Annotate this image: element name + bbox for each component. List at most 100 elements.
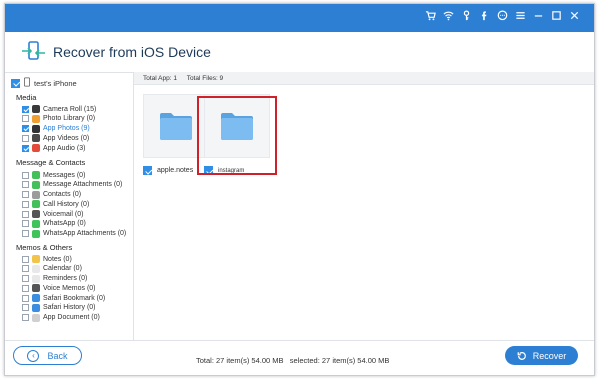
wifi-icon[interactable] xyxy=(443,10,454,21)
memo-item-checkbox[interactable] xyxy=(22,284,29,292)
message-category-icon xyxy=(32,200,40,209)
back-label: Back xyxy=(47,350,68,361)
media-item-checkbox[interactable] xyxy=(22,105,29,113)
memo-item-label: Reminders (0) xyxy=(43,275,88,282)
main-panel: Total App: 1 Total Files: 9 apple.notes … xyxy=(134,72,594,340)
memo-category-icon xyxy=(32,255,40,263)
memo-item-checkbox[interactable] xyxy=(22,265,29,273)
app-title: Recover from iOS Device xyxy=(53,44,211,60)
message-item[interactable]: WhatsApp (0) xyxy=(22,219,86,229)
total-files-count: Total Files: 9 xyxy=(186,75,224,82)
folder-icon xyxy=(160,113,192,140)
message-item-checkbox[interactable] xyxy=(22,230,29,237)
message-category-icon xyxy=(32,171,40,179)
message-item-label: WhatsApp Attachments (0) xyxy=(43,230,127,237)
category-sidebar: test's iPhone Media Camera Roll (15) Phot… xyxy=(5,72,134,340)
media-item-checkbox[interactable] xyxy=(22,134,29,142)
message-item[interactable]: Message Attachments (0) xyxy=(22,180,122,190)
tile-label-apple-notes[interactable]: apple.notes xyxy=(143,166,193,175)
message-category-icon xyxy=(32,190,40,199)
memo-item[interactable]: Notes (0) xyxy=(22,254,72,264)
cart-icon[interactable] xyxy=(425,10,436,21)
message-item[interactable]: Call History (0) xyxy=(22,199,89,209)
section-message-contacts: Message & Contacts xyxy=(16,158,86,167)
message-item-label: Call History (0) xyxy=(43,200,90,208)
device-row[interactable]: test's iPhone xyxy=(11,77,77,89)
memo-item[interactable]: Voice Memos (0) xyxy=(22,283,96,293)
chevron-left-icon: ‹ xyxy=(27,349,40,362)
message-item[interactable]: Messages (0) xyxy=(22,170,85,180)
memo-item-checkbox[interactable] xyxy=(22,314,29,321)
media-item[interactable]: App Audio (3) xyxy=(22,143,85,153)
title-bar xyxy=(5,4,594,32)
message-item-label: Message Attachments (0) xyxy=(43,181,123,189)
memo-item-checkbox[interactable] xyxy=(22,304,29,312)
apple-notes-label: apple.notes xyxy=(157,167,194,174)
recover-button[interactable]: Recover xyxy=(505,346,578,365)
memo-item-label: Safari Bookmark (0) xyxy=(43,294,106,302)
memo-item-label: App Document (0) xyxy=(43,314,100,321)
memo-item-checkbox[interactable] xyxy=(22,255,29,263)
memo-item-checkbox[interactable] xyxy=(22,275,29,282)
media-item[interactable]: App Photos (9) xyxy=(22,124,90,134)
memo-item-checkbox[interactable] xyxy=(22,294,29,302)
message-category-icon xyxy=(32,180,40,189)
message-item-checkbox[interactable] xyxy=(22,210,29,218)
menu-icon[interactable] xyxy=(515,10,526,21)
memo-item[interactable]: App Document (0) xyxy=(22,313,100,323)
key-icon[interactable] xyxy=(461,10,472,21)
memo-item[interactable]: Safari Bookmark (0) xyxy=(22,293,105,303)
app-window: Recover from iOS Device test's iPhone Me… xyxy=(4,3,595,376)
recover-label: Recover xyxy=(532,350,567,361)
close-icon[interactable] xyxy=(569,10,580,21)
media-item-checkbox[interactable] xyxy=(22,125,29,132)
message-item-checkbox[interactable] xyxy=(22,220,29,228)
selection-highlight xyxy=(197,96,277,175)
section-media: Media xyxy=(16,93,37,102)
footer-bar: ‹ Back Total: 27 item(s) 54.00 MB select… xyxy=(5,340,594,375)
message-item[interactable]: Contacts (0) xyxy=(22,190,81,200)
message-item-checkbox[interactable] xyxy=(22,171,29,179)
device-checkbox[interactable] xyxy=(11,78,20,88)
message-item-label: Messages (0) xyxy=(43,171,86,179)
phone-icon xyxy=(24,77,30,89)
media-item-checkbox[interactable] xyxy=(22,144,29,152)
memo-item-label: Calendar (0) xyxy=(43,265,82,273)
media-category-icon xyxy=(32,134,40,143)
chat-icon[interactable] xyxy=(497,10,508,21)
media-item[interactable]: Camera Roll (15) xyxy=(22,104,96,114)
memo-item-label: Voice Memos (0) xyxy=(43,284,96,292)
facebook-icon[interactable] xyxy=(479,10,490,21)
maximize-icon[interactable] xyxy=(551,10,562,21)
media-item-label: App Photos (9) xyxy=(43,125,90,132)
message-item-checkbox[interactable] xyxy=(22,181,29,189)
media-item[interactable]: Photo Library (0) xyxy=(22,114,95,124)
memo-item-label: Notes (0) xyxy=(43,255,72,263)
apple-notes-checkbox[interactable] xyxy=(143,166,152,175)
message-item[interactable]: Voicemail (0) xyxy=(22,209,83,219)
minimize-icon[interactable] xyxy=(533,10,544,21)
media-item-label: Camera Roll (15) xyxy=(43,105,97,113)
memo-item[interactable]: Calendar (0) xyxy=(22,264,82,274)
back-button[interactable]: ‹ Back xyxy=(13,346,82,365)
memo-category-icon xyxy=(32,264,40,273)
media-category-icon xyxy=(32,114,40,123)
message-item[interactable]: WhatsApp Attachments (0) xyxy=(22,229,126,239)
message-item-checkbox[interactable] xyxy=(22,191,29,198)
media-item-label: App Videos (0) xyxy=(43,134,90,142)
memo-item[interactable]: Safari History (0) xyxy=(22,303,96,313)
memo-item-label: Safari History (0) xyxy=(43,304,96,312)
message-category-icon xyxy=(32,210,40,218)
media-item[interactable]: App Videos (0) xyxy=(22,133,89,143)
message-item-label: Contacts (0) xyxy=(43,191,82,198)
message-item-label: WhatsApp (0) xyxy=(43,220,86,228)
media-category-icon xyxy=(32,124,40,133)
memo-item[interactable]: Reminders (0) xyxy=(22,274,87,284)
message-item-checkbox[interactable] xyxy=(22,200,29,208)
media-item-label: App Audio (3) xyxy=(43,144,86,152)
memo-category-icon xyxy=(32,313,40,322)
app-header: Recover from iOS Device xyxy=(5,32,594,73)
media-item-checkbox[interactable] xyxy=(22,115,29,123)
total-app-count: Total App: 1 xyxy=(143,75,177,82)
message-category-icon xyxy=(32,229,40,238)
